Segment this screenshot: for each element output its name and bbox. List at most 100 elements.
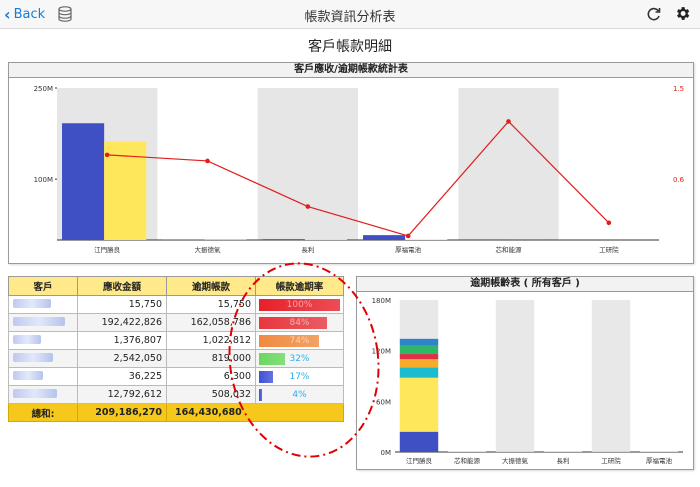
overdue-rate-cell: 4% — [255, 385, 344, 404]
receivable-chart-panel: 客戶應收/逾期帳款統計表 250M 100M 1.5 0.6 江門勝良 大振德氣 長利 厚福電… — [8, 62, 694, 264]
x-tick-label: 長利 — [557, 456, 570, 465]
line-point — [104, 152, 110, 158]
bar — [363, 235, 406, 240]
receivable-cell: 15,750 — [77, 295, 167, 314]
redacted-name — [13, 298, 51, 308]
rate-bar: 74% — [259, 334, 340, 347]
overdue-rate-cell: 17% — [255, 367, 344, 386]
overdue-rate-cell: 100% — [255, 295, 344, 314]
rate-text: 4% — [292, 389, 307, 400]
aging-chart-panel: 逾期帳齡表 ( 所有客戶 ) 180M 120M 60M 0M 江門勝良 芯和能源 大振德氣… — [356, 276, 694, 470]
table-row[interactable]: 1,376,807 1,022,812 74% — [8, 331, 344, 350]
y2-tick-label: 1.5 — [673, 85, 684, 93]
redacted-name — [13, 370, 43, 380]
table-row[interactable]: 192,422,826 162,058,786 84% — [8, 313, 344, 332]
receivable-cell: 1,376,807 — [77, 331, 167, 350]
redacted-name — [13, 316, 65, 326]
rate-bar: 100% — [259, 298, 340, 311]
stacked-bar-segment — [399, 338, 439, 346]
y-tick-label: 100M — [34, 176, 53, 184]
overdue-cell: 508,032 — [166, 385, 256, 404]
bar — [62, 123, 105, 240]
bar — [262, 239, 305, 240]
overdue-cell: 15,750 — [166, 295, 256, 314]
category-band — [458, 88, 559, 240]
stacked-bar-segment — [399, 359, 439, 368]
receivable-cell: 192,422,826 — [77, 313, 167, 332]
x-tick-label: 芯和能源 — [454, 456, 481, 465]
x-tick-label: 厚福電池 — [395, 245, 422, 254]
table-header-row: 客戶 應收金額 逾期帳款 帳款逾期率 — [8, 276, 344, 296]
redacted-name — [13, 352, 53, 362]
table-row[interactable]: 2,542,050 819,000 32% — [8, 349, 344, 368]
stacked-bar-segment — [399, 345, 439, 355]
receivable-chart-title: 客戶應收/逾期帳款統計表 — [9, 63, 693, 78]
y2-tick-label: 0.6 — [673, 176, 685, 184]
x-tick-label: 江門勝良 — [406, 456, 433, 465]
rate-text: 100% — [286, 299, 313, 310]
rate-text: 17% — [289, 371, 310, 382]
overdue-cell: 6,300 — [166, 367, 256, 386]
rate-text: 32% — [289, 353, 310, 364]
stacked-bar-segment — [399, 377, 439, 432]
line-point — [606, 220, 612, 226]
rate-text: 74% — [289, 335, 310, 346]
total-overdue: 164,430,680 — [166, 403, 344, 422]
refresh-icon[interactable] — [646, 6, 662, 26]
rate-bar: 17% — [259, 370, 340, 383]
aging-chart-title: 逾期帳齡表 ( 所有客戶 ) — [357, 277, 693, 292]
aging-chart: 180M 120M 60M 0M 江門勝良 芯和能源 大振德氣 長利 工研院 厚福電池 — [372, 297, 683, 465]
header-overdue-rate: 帳款逾期率 — [255, 276, 344, 296]
database-icon[interactable] — [58, 6, 72, 26]
back-button[interactable]: ‹ Back — [4, 4, 46, 24]
x-tick-label: 工研院 — [599, 245, 619, 254]
y-tick-label: 120M — [372, 348, 391, 356]
header-receivable: 應收金額 — [77, 276, 167, 296]
line-point — [205, 158, 210, 164]
y-tick-label: 0M — [381, 449, 392, 457]
bar — [304, 239, 347, 240]
app-title: 帳款資訊分析表 — [304, 10, 396, 25]
receivable-cell: 36,225 — [77, 367, 167, 386]
redacted-name — [13, 334, 41, 344]
overdue-rate-cell: 84% — [255, 313, 344, 332]
line-point — [405, 233, 411, 239]
total-receivable: 209,186,270 — [77, 403, 167, 422]
x-tick-label: 工研院 — [601, 456, 621, 465]
customer-name-redacted — [8, 385, 78, 404]
line-point — [305, 204, 311, 209]
rate-text: 84% — [289, 317, 310, 328]
customer-name-redacted — [8, 331, 78, 350]
y-tick-label: 250M — [34, 85, 53, 93]
x-tick-label: 芯和能源 — [496, 245, 523, 254]
rate-bar: 84% — [259, 316, 340, 329]
table-row[interactable]: 36,225 6,300 17% — [8, 367, 344, 386]
chevron-left-icon: ‹ — [4, 4, 11, 24]
customer-name-redacted — [8, 349, 78, 368]
table-row[interactable]: 12,792,612 508,032 4% — [8, 385, 344, 404]
y-tick-label: 180M — [372, 297, 391, 305]
overdue-cell: 1,022,812 — [166, 331, 256, 350]
stacked-bar-segment — [399, 354, 439, 360]
x-tick-label: 江門勝良 — [94, 245, 121, 254]
rate-bar: 4% — [259, 388, 340, 401]
customer-summary-table: 客戶 應收金額 逾期帳款 帳款逾期率 15,750 15,750 100% 192,4… — [8, 276, 344, 422]
redacted-name — [13, 388, 57, 398]
header-customer: 客戶 — [8, 276, 78, 296]
stacked-bar-segment — [399, 431, 439, 452]
x-tick-label: 長利 — [301, 245, 314, 254]
category-band — [591, 300, 631, 452]
table-row[interactable]: 15,750 15,750 100% — [8, 295, 344, 314]
receivable-cell: 12,792,612 — [77, 385, 167, 404]
table-total-row: 總和: 209,186,270 164,430,680 — [8, 403, 344, 422]
x-tick-label: 厚福電池 — [646, 456, 673, 465]
overdue-cell: 162,058,786 — [166, 313, 256, 332]
gear-icon[interactable] — [674, 5, 691, 26]
category-band — [495, 300, 535, 452]
page-title: 客戶帳款明細 — [308, 39, 392, 55]
receivable-overdue-chart: 250M 100M 1.5 0.6 江門勝良 大振德氣 長利 厚福電池 芯和能源 工研院 — [34, 85, 685, 254]
x-tick-label: 大振德氣 — [195, 245, 222, 254]
customer-name-redacted — [8, 367, 78, 386]
back-label: Back — [13, 6, 46, 22]
overdue-rate-cell: 74% — [255, 331, 344, 350]
